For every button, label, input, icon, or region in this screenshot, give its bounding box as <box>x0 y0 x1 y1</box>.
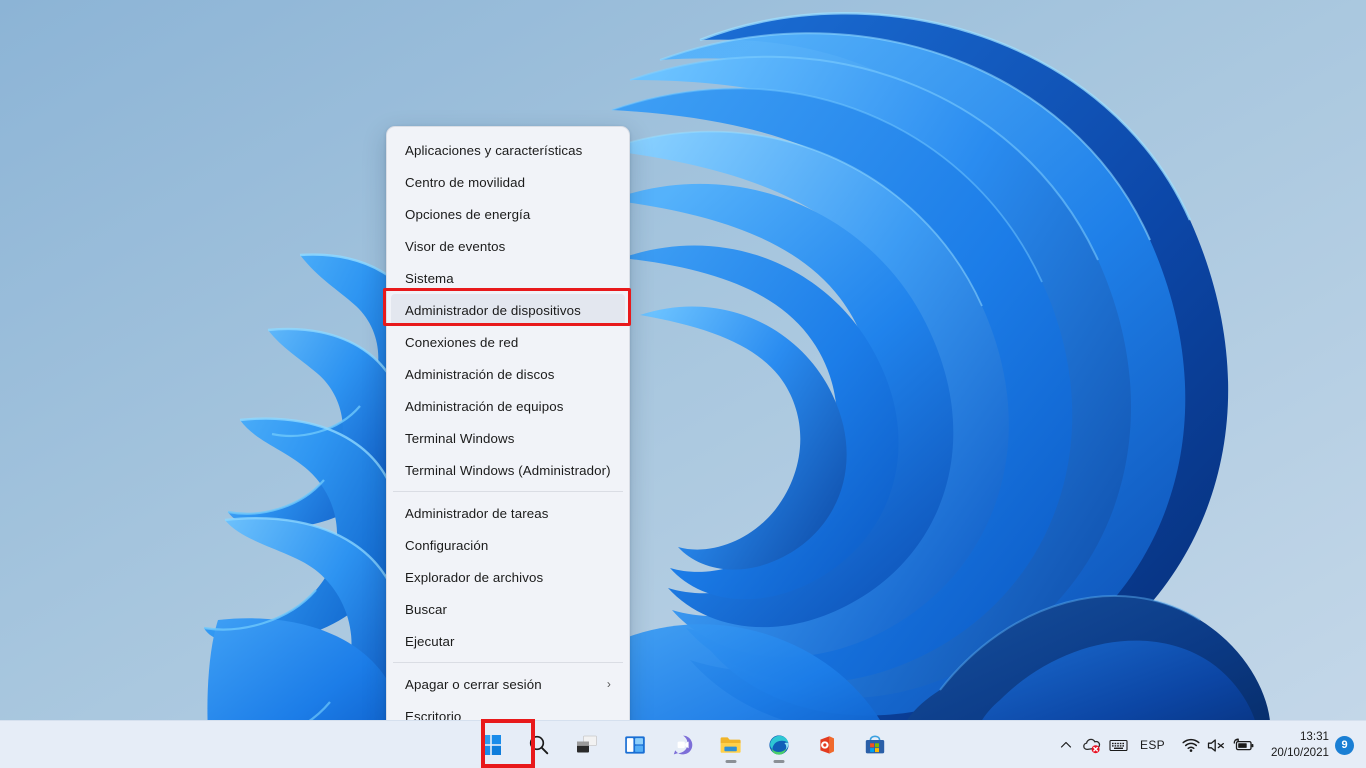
menu-item-label: Administración de equipos <box>405 398 564 414</box>
microsoft-store-icon <box>864 734 886 756</box>
file-explorer-button[interactable] <box>711 725 751 765</box>
search-button[interactable] <box>519 725 559 765</box>
menu-item-event-viewer[interactable]: Visor de eventos <box>391 230 625 262</box>
widgets-button[interactable] <box>615 725 655 765</box>
edge-icon <box>768 734 790 756</box>
notification-count-badge[interactable]: 9 <box>1335 735 1354 755</box>
windows-logo-icon <box>480 734 502 756</box>
menu-item-mobility-center[interactable]: Centro de movilidad <box>391 166 625 198</box>
input-language-indicator[interactable]: ESP <box>1131 725 1174 765</box>
start-button[interactable] <box>471 725 511 765</box>
menu-item-label: Buscar <box>405 601 447 617</box>
menu-separator <box>393 491 623 492</box>
menu-item-label: Administración de discos <box>405 366 555 382</box>
menu-item-label: Terminal Windows (Administrador) <box>405 462 611 478</box>
search-icon <box>528 734 550 756</box>
edge-button[interactable] <box>759 725 799 765</box>
menu-item-label: Explorador de archivos <box>405 569 544 585</box>
menu-item-label: Aplicaciones y características <box>405 142 583 158</box>
battery-charging-icon <box>1233 738 1254 750</box>
chevron-up-icon <box>1060 741 1072 748</box>
clock-date: 20/10/2021 <box>1270 746 1329 759</box>
menu-item-shutdown-or-signout[interactable]: Apagar o cerrar sesión › <box>391 668 625 700</box>
menu-item-label: Visor de eventos <box>405 238 506 254</box>
menu-item-file-explorer[interactable]: Explorador de archivos <box>391 561 625 593</box>
menu-item-label: Sistema <box>405 270 454 286</box>
menu-item-network-connections[interactable]: Conexiones de red <box>391 326 625 358</box>
clock-and-date-button[interactable]: 13:31 20/10/2021 <box>1263 729 1335 760</box>
wifi-icon <box>1182 738 1200 752</box>
file-explorer-icon <box>719 734 743 756</box>
store-button[interactable] <box>855 725 895 765</box>
menu-item-label: Ejecutar <box>405 633 455 649</box>
winx-quick-link-menu[interactable]: Aplicaciones y características Centro de … <box>386 126 630 740</box>
menu-item-label: Centro de movilidad <box>405 174 526 190</box>
menu-item-device-manager[interactable]: Administrador de dispositivos <box>391 294 625 326</box>
menu-item-label: Administrador de tareas <box>405 505 549 521</box>
show-hidden-icons-button[interactable] <box>1053 725 1079 765</box>
menu-item-search[interactable]: Buscar <box>391 593 625 625</box>
quick-settings-button[interactable] <box>1174 725 1263 765</box>
menu-separator <box>393 662 623 663</box>
speaker-muted-icon <box>1207 738 1224 752</box>
menu-item-system[interactable]: Sistema <box>391 262 625 294</box>
taskbar[interactable]: ESP 13:31 20/10/2021 9 <box>0 720 1366 768</box>
menu-item-windows-terminal-admin[interactable]: Terminal Windows (Administrador) <box>391 454 625 486</box>
menu-item-label: Apagar o cerrar sesión <box>405 676 542 692</box>
menu-item-label: Conexiones de red <box>405 334 519 350</box>
chevron-right-icon: › <box>606 677 611 691</box>
chat-teams-icon <box>672 734 694 756</box>
onedrive-tray-icon[interactable] <box>1079 725 1105 765</box>
clock-time: 13:31 <box>1299 730 1329 744</box>
onedrive-error-icon <box>1083 738 1101 754</box>
touch-keyboard-tray-icon[interactable] <box>1105 725 1131 765</box>
menu-item-task-manager[interactable]: Administrador de tareas <box>391 497 625 529</box>
menu-item-computer-management[interactable]: Administración de equipos <box>391 390 625 422</box>
widgets-icon <box>624 734 646 756</box>
menu-item-run[interactable]: Ejecutar <box>391 625 625 657</box>
chat-button[interactable] <box>663 725 703 765</box>
menu-item-power-options[interactable]: Opciones de energía <box>391 198 625 230</box>
menu-item-label: Terminal Windows <box>405 430 515 446</box>
office-button[interactable] <box>807 725 847 765</box>
task-view-button[interactable] <box>567 725 607 765</box>
system-tray[interactable]: ESP 13:31 20/10/2021 9 <box>1053 721 1366 768</box>
menu-item-label: Opciones de energía <box>405 206 531 222</box>
menu-item-windows-terminal[interactable]: Terminal Windows <box>391 422 625 454</box>
task-view-icon <box>575 734 599 756</box>
menu-item-label: Administrador de dispositivos <box>405 302 581 318</box>
desktop-wallpaper <box>0 0 1366 768</box>
office-icon <box>816 734 838 756</box>
menu-item-label: Configuración <box>405 537 489 553</box>
keyboard-icon <box>1108 739 1128 752</box>
menu-item-apps-and-features[interactable]: Aplicaciones y características <box>391 134 625 166</box>
menu-item-settings[interactable]: Configuración <box>391 529 625 561</box>
menu-item-disk-management[interactable]: Administración de discos <box>391 358 625 390</box>
